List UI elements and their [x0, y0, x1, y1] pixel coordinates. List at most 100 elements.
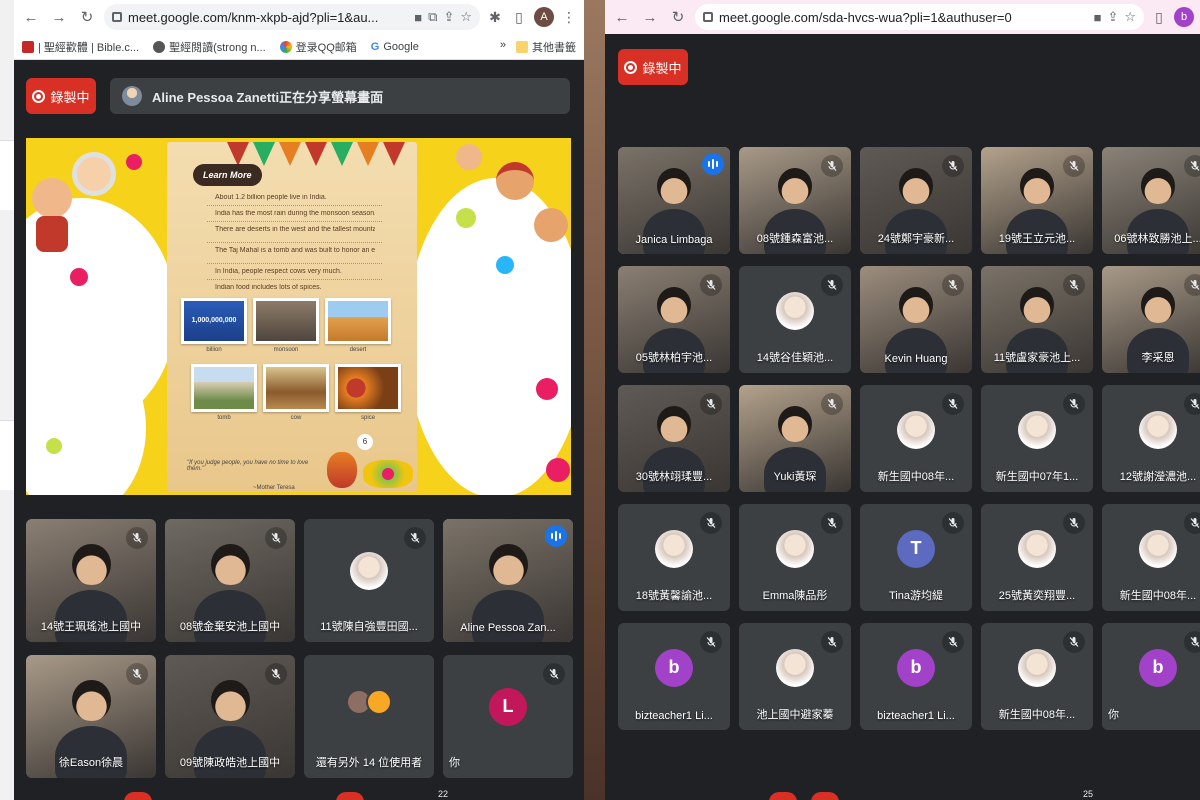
participant-tile[interactable]: 李采恩	[1102, 266, 1200, 373]
photo-caption: tomb	[217, 415, 231, 421]
forward-icon[interactable]: →	[639, 6, 661, 28]
forward-icon[interactable]: →	[48, 6, 70, 28]
participant-tile[interactable]: 12號謝瀅濃池...	[1102, 385, 1200, 492]
mic-muted-icon	[942, 155, 964, 177]
participant-tile[interactable]: 14號谷佳穎池...	[739, 266, 851, 373]
mic-muted-icon	[126, 663, 148, 685]
menu-icon[interactable]: ⋮	[560, 9, 578, 26]
participant-tile[interactable]: T Tina游均緹	[860, 504, 972, 611]
participant-head	[71, 679, 111, 722]
participant-name: 新生國中08年...	[998, 709, 1076, 721]
participant-tile[interactable]: Aline Pessoa Zan...	[443, 519, 573, 642]
bookmarks-more[interactable]: »	[500, 39, 506, 55]
participant-tile[interactable]: 25號黃奕翔豐...	[981, 504, 1093, 611]
participant-tile[interactable]: Janica Limbaga	[618, 147, 730, 254]
other-bookmarks[interactable]: 其他書籤	[516, 39, 576, 55]
profile-avatar[interactable]: A	[534, 7, 554, 27]
participant-tile[interactable]: 徐Eason徐晨	[26, 655, 156, 778]
control-button[interactable]	[336, 792, 364, 800]
side-panel-icon[interactable]: ▯	[510, 9, 528, 26]
participant-tile[interactable]: 06號林致勝池上...	[1102, 147, 1200, 254]
open-external-icon[interactable]: ⧉	[428, 9, 437, 25]
participant-profile-avatar	[655, 529, 693, 568]
participant-tile[interactable]: 11號陳自強豐田國...	[304, 519, 434, 642]
share-icon[interactable]: ⇪	[443, 9, 454, 25]
background-window-edge	[0, 420, 14, 490]
participant-name: 14號王珮瑤池上國中	[40, 621, 142, 633]
participant-tile[interactable]: L你	[443, 655, 573, 778]
participant-body	[54, 726, 128, 778]
participant-name: Kevin Huang	[884, 353, 948, 365]
right-browser-window: ← → ↻ meet.google.com/sda-hvcs-wua?pli=1…	[605, 0, 1200, 800]
address-bar[interactable]: meet.google.com/knm-xkpb-ajd?pli=1&au...…	[104, 4, 480, 30]
recording-indicator[interactable]: 錄製中	[618, 49, 688, 85]
participant-tile[interactable]: 24號鄭宇豪新...	[860, 147, 972, 254]
participant-tile[interactable]: 新生國中08年...	[1102, 504, 1200, 611]
share-icon[interactable]: ⇪	[1107, 9, 1118, 25]
mic-off-svg	[827, 280, 837, 290]
page-number: 6	[357, 434, 373, 450]
bookmark-item[interactable]: 登录QQ邮箱	[279, 39, 357, 55]
control-button[interactable]	[124, 792, 152, 800]
mic-muted-icon	[700, 512, 722, 534]
camera-icon[interactable]: ■	[1094, 10, 1102, 25]
photo-monsoon: monsoon	[253, 298, 319, 353]
participant-tile[interactable]: 新生國中08年...	[981, 623, 1093, 730]
star-icon[interactable]: ☆	[1124, 9, 1136, 25]
participant-head	[657, 406, 691, 443]
participant-tile[interactable]: 09號陳政皓池上國中	[165, 655, 295, 778]
participant-tile[interactable]: 30號林翊瑈豐...	[618, 385, 730, 492]
globe-icon	[153, 40, 166, 53]
back-icon[interactable]: ←	[611, 6, 633, 28]
desktop-background-left	[0, 0, 14, 800]
recording-indicator[interactable]: 錄製中	[26, 78, 96, 114]
participant-tile[interactable]: 08號金棄安池上國中	[165, 519, 295, 642]
participant-tile[interactable]: Kevin Huang	[860, 266, 972, 373]
participant-head	[778, 406, 812, 443]
participant-tile[interactable]: 還有另外 14 位使用者	[304, 655, 434, 778]
quote-text: "If you judge people, you have no time t…	[187, 460, 309, 472]
participant-tile[interactable]: 19號王立元池...	[981, 147, 1093, 254]
participant-tile[interactable]: 11號盧家豪池上...	[981, 266, 1093, 373]
participant-tile[interactable]: 05號林柏宇池...	[618, 266, 730, 373]
participant-body	[193, 726, 267, 778]
mic-muted-icon	[1184, 393, 1200, 415]
back-icon[interactable]: ←	[20, 6, 42, 28]
participant-tile[interactable]: b bizteacher1 Li...	[618, 623, 730, 730]
participant-profile-avatar	[776, 648, 814, 687]
participant-tile[interactable]: Yuki黃琛	[739, 385, 851, 492]
participant-tile[interactable]: 新生國中07年1...	[981, 385, 1093, 492]
star-icon[interactable]: ☆	[460, 9, 472, 25]
participant-tile[interactable]: 新生國中08年...	[860, 385, 972, 492]
mic-muted-icon	[1184, 512, 1200, 534]
bookmark-item[interactable]: 聖經閱讀(strong n...	[153, 39, 266, 55]
participant-profile-avatar	[776, 529, 814, 568]
participant-tile[interactable]: Emma陳品彤	[739, 504, 851, 611]
photo-caption: billion	[206, 347, 222, 353]
participant-tile[interactable]: b bizteacher1 Li...	[860, 623, 972, 730]
participant-tile[interactable]: 池上國中避家蓁	[739, 623, 851, 730]
bookmark-item[interactable]: G Google	[371, 41, 419, 53]
reload-icon[interactable]: ↻	[667, 6, 689, 28]
participant-tile[interactable]: 14號王珮瑤池上國中	[26, 519, 156, 642]
extensions-icon[interactable]: ✱	[486, 9, 504, 26]
mic-off-svg	[706, 637, 716, 647]
folder-icon	[516, 40, 528, 53]
reload-icon[interactable]: ↻	[76, 6, 98, 28]
participant-tile[interactable]: 08號鍾森富池...	[739, 147, 851, 254]
mic-off-svg	[948, 280, 958, 290]
participant-profile-avatar	[350, 551, 388, 590]
address-bar[interactable]: meet.google.com/sda-hvcs-wua?pli=1&authu…	[695, 4, 1144, 30]
profile-avatar[interactable]: b	[1174, 7, 1194, 27]
mic-off-svg	[948, 637, 958, 647]
control-button[interactable]	[769, 792, 797, 800]
participant-tile[interactable]: 18號黃馨諭池...	[618, 504, 730, 611]
camera-icon[interactable]: ■	[414, 10, 422, 25]
control-button[interactable]	[811, 792, 839, 800]
side-panel-icon[interactable]: ▯	[1150, 9, 1168, 26]
photo-tomb: tomb	[191, 364, 257, 421]
fact-item: There are deserts in the west and the ta…	[215, 226, 375, 233]
participant-tile[interactable]: b你	[1102, 623, 1200, 730]
bookmark-item[interactable]: | 聖經歡體 | Bible.c...	[22, 39, 139, 55]
participant-name: 你	[449, 757, 460, 769]
